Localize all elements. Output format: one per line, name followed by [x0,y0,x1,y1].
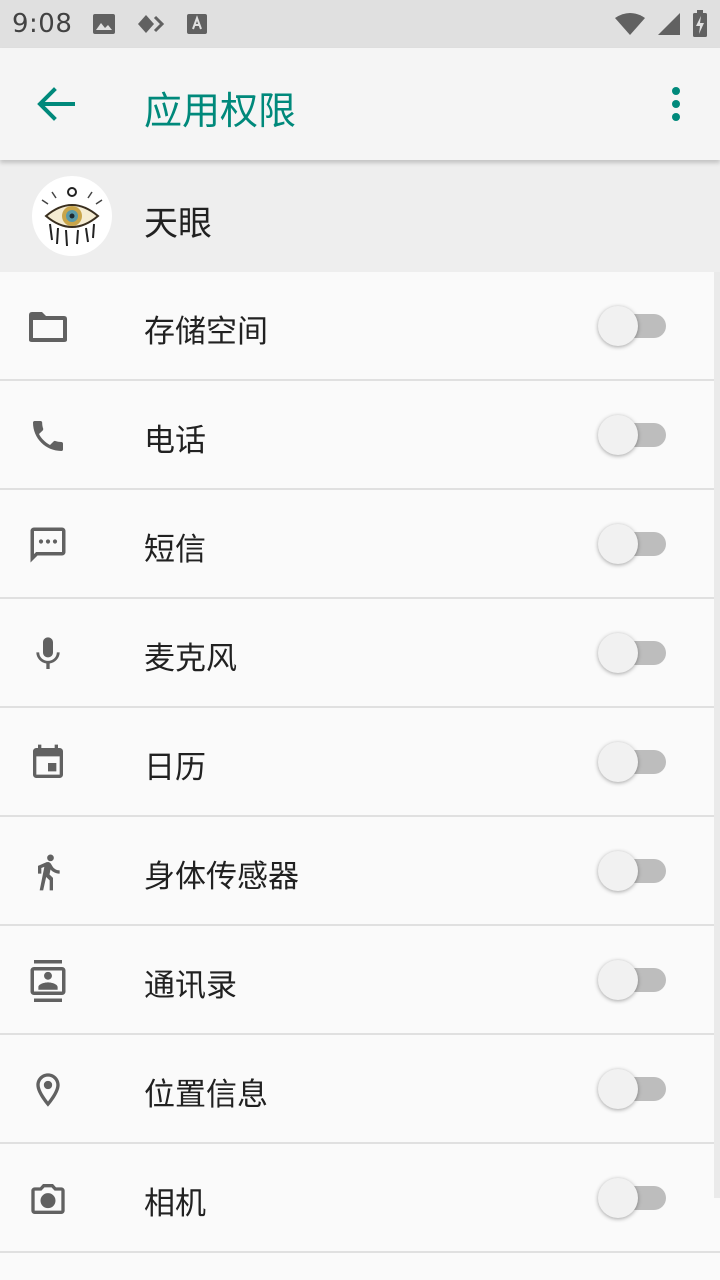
permission-label: 通讯录 [144,968,237,1004]
permission-label: 电话 [144,423,206,459]
permission-label: 日历 [144,750,206,786]
app-icon [32,176,112,256]
sms-icon [26,523,70,567]
permission-item-calendar[interactable]: 日历 [0,708,720,817]
permission-item-sms[interactable]: 短信 [0,490,720,599]
app-name: 天眼 [144,204,212,244]
status-bar: 9:08 [0,0,720,48]
keyboard-icon [186,13,208,35]
permission-item-location[interactable]: 位置信息 [0,1035,720,1144]
permission-item-storage[interactable]: 存储空间 [0,272,720,381]
image-icon [92,13,116,35]
folder-icon [26,305,70,349]
permission-list: 存储空间 电话 短信 麦克风 日历 身体传感器 通讯录 位置信息 相机 [0,272,720,1253]
permission-toggle[interactable] [598,413,670,457]
more-options-button[interactable] [656,82,696,126]
scrollbar[interactable] [714,272,720,1198]
microphone-icon [26,632,70,676]
permission-item-contacts[interactable]: 通讯录 [0,926,720,1035]
phone-icon [26,414,70,458]
permission-label: 身体传感器 [144,859,299,895]
location-icon [26,1068,70,1112]
arrow-back-icon [37,87,75,121]
permission-item-camera[interactable]: 相机 [0,1144,720,1253]
permission-toggle[interactable] [598,740,670,784]
permission-item-phone[interactable]: 电话 [0,381,720,490]
eye-logo [37,181,107,251]
permission-label: 相机 [144,1186,206,1222]
permission-toggle[interactable] [598,1176,670,1220]
permission-label: 麦克风 [144,641,237,677]
calendar-icon [26,741,70,785]
permission-toggle[interactable] [598,958,670,1002]
permission-item-body-sensors[interactable]: 身体传感器 [0,817,720,926]
permission-toggle[interactable] [598,631,670,675]
permission-label: 短信 [144,532,206,568]
wifi-icon [614,12,646,36]
sync-icon [136,13,166,35]
camera-icon [26,1177,70,1221]
permission-toggle[interactable] [598,522,670,566]
status-time: 9:08 [12,9,73,39]
permission-label: 位置信息 [144,1077,268,1113]
app-bar: 应用权限 [0,48,720,160]
permission-item-microphone[interactable]: 麦克风 [0,599,720,708]
back-button[interactable] [32,84,80,124]
battery-charging-icon [692,10,708,38]
permission-label: 存储空间 [144,314,268,350]
signal-icon [656,11,682,37]
body-sensor-icon [26,850,70,894]
more-vert-icon [672,87,680,121]
page-title: 应用权限 [144,89,297,133]
permission-toggle[interactable] [598,304,670,348]
permission-toggle[interactable] [598,849,670,893]
app-header: 天眼 [0,160,720,272]
contacts-icon [26,959,70,1003]
permission-toggle[interactable] [598,1067,670,1111]
